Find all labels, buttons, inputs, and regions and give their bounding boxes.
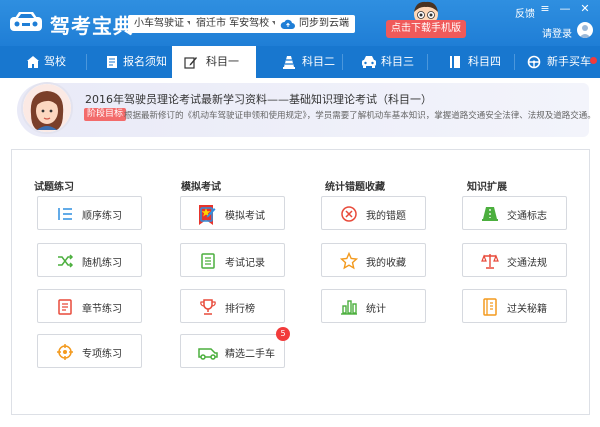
car-icon — [362, 56, 376, 68]
tile-label: 排行榜 — [225, 304, 255, 315]
tile-label: 章节练习 — [82, 304, 122, 315]
my-favorites-button[interactable]: 我的收藏 — [321, 243, 426, 277]
tile-label: 顺序练习 — [82, 211, 122, 222]
target-icon — [57, 344, 73, 360]
sequential-practice-button[interactable]: 顺序练习 — [37, 196, 142, 230]
tile-label: 过关秘籍 — [507, 304, 547, 315]
book-icon — [450, 56, 460, 68]
exam-edit-icon — [200, 207, 216, 222]
trophy-icon — [200, 299, 216, 315]
scales-icon — [481, 254, 499, 269]
exam-record-button[interactable]: 考试记录 — [180, 243, 285, 277]
sync-cloud-button[interactable]: 同步到云端 — [275, 15, 355, 33]
minimize-icon[interactable]: — — [558, 3, 572, 15]
tile-label: 随机练习 — [82, 258, 122, 269]
school-value: 宿迁市 军安驾校 — [196, 18, 270, 29]
download-mobile-button[interactable]: 点击下载手机版 — [386, 20, 466, 38]
main-nav: 驾校 报名须知 科目一 科目二 科目三 科目四 新手买车 — [0, 46, 600, 78]
main-panel: 试题练习 模拟考试 统计错题收藏 知识扩展 顺序练习 随机练习 章节练习 专项练… — [11, 149, 590, 415]
count-badge: 5 — [276, 327, 290, 341]
tile-label: 统计 — [366, 304, 386, 315]
chapter-practice-button[interactable]: 章节练习 — [37, 289, 142, 323]
notification-dot — [590, 57, 597, 64]
nav-tab-registration[interactable]: 报名须知 — [87, 46, 172, 78]
bar-chart-icon — [341, 300, 357, 315]
edit-icon — [184, 57, 197, 69]
random-practice-button[interactable]: 随机练习 — [37, 243, 142, 277]
nav-tab-buy-car[interactable]: 新手买车 — [515, 46, 600, 78]
my-wrong-answers-button[interactable]: 我的错题 — [321, 196, 426, 230]
section-title-stats: 统计错题收藏 — [325, 182, 385, 193]
title-bar: 驾考宝典 小车驾驶证 宿迁市 军安驾校 同步到云端 点击下载手机版 反馈 ≡ —… — [0, 0, 600, 46]
star-icon — [340, 252, 358, 270]
user-avatar-icon[interactable] — [577, 22, 593, 38]
cone-icon — [283, 56, 295, 69]
stage-goal-badge: 阶段目标 — [84, 108, 127, 121]
nav-tab-subject-three[interactable]: 科目三 — [343, 46, 427, 78]
login-link[interactable]: 请登录 — [542, 25, 572, 40]
shuffle-icon — [58, 254, 74, 268]
mock-exam-button[interactable]: 模拟考试 — [180, 196, 285, 230]
tile-label: 模拟考试 — [225, 211, 265, 222]
special-practice-button[interactable]: 专项练习 — [37, 334, 142, 368]
tile-label: 我的错题 — [366, 211, 406, 222]
vehicle-type-value: 小车驾驶证 — [134, 18, 184, 29]
steering-wheel-icon — [527, 55, 541, 69]
statistics-button[interactable]: 统计 — [321, 289, 426, 323]
tile-label: 交通标志 — [507, 211, 547, 222]
pass-secrets-button[interactable]: 过关秘籍 — [462, 289, 567, 323]
sync-label: 同步到云端 — [299, 18, 349, 29]
nav-label: 科目四 — [468, 55, 501, 68]
vehicle-type-select[interactable]: 小车驾驶证 — [128, 15, 199, 33]
list-icon — [58, 208, 72, 220]
nav-label: 驾校 — [44, 55, 66, 68]
nav-label: 科目二 — [302, 55, 335, 68]
section-title-mock-exam: 模拟考试 — [181, 182, 221, 193]
nav-label: 新手买车 — [547, 55, 591, 68]
close-icon[interactable]: ✕ — [578, 3, 592, 15]
nav-label: 报名须知 — [123, 55, 167, 68]
banner-title: 2016年驾驶员理论考试最新学习资料——基础知识理论考试（科目一） — [85, 93, 432, 106]
traffic-signs-button[interactable]: 交通标志 — [462, 196, 567, 230]
section-title-practice: 试题练习 — [34, 182, 74, 193]
secret-book-icon — [483, 298, 497, 316]
chapter-icon — [58, 299, 72, 315]
tile-label: 专项练习 — [82, 349, 122, 360]
leaderboard-button[interactable]: 排行榜 — [180, 289, 285, 323]
tile-label: 精选二手车 — [225, 349, 275, 360]
tile-label: 交通法规 — [507, 258, 547, 269]
road-sign-icon — [482, 207, 498, 221]
tile-label: 考试记录 — [225, 258, 265, 269]
app-title: 驾考宝典 — [50, 14, 134, 38]
notice-icon — [107, 56, 117, 68]
nav-tab-subject-four[interactable]: 科目四 — [428, 46, 514, 78]
tile-label: 我的收藏 — [366, 258, 406, 269]
section-title-knowledge: 知识扩展 — [467, 182, 507, 193]
school-icon — [27, 56, 39, 68]
record-icon — [201, 253, 215, 269]
used-car-icon — [198, 348, 218, 360]
nav-label: 科目三 — [381, 55, 414, 68]
used-car-button[interactable]: 精选二手车 5 — [180, 327, 290, 368]
wrong-icon — [341, 206, 357, 222]
car-logo-icon — [10, 12, 42, 31]
school-select[interactable]: 宿迁市 军安驾校 — [190, 15, 285, 33]
menu-icon[interactable]: ≡ — [538, 3, 552, 15]
cloud-upload-icon — [280, 19, 295, 29]
nav-tab-subject-one[interactable]: 科目一 — [172, 46, 256, 78]
instructor-avatar-icon — [21, 82, 73, 134]
banner-description: 根据最新修订的《机动车驾驶证申领和使用规定》，学员需要了解机动车基本知识，掌握道… — [124, 111, 596, 121]
nav-label: 科目一 — [206, 55, 239, 68]
feedback-link[interactable]: 反馈 — [515, 5, 535, 20]
nav-tab-subject-two[interactable]: 科目二 — [256, 46, 342, 78]
traffic-laws-button[interactable]: 交通法规 — [462, 243, 567, 277]
nav-tab-school[interactable]: 驾校 — [0, 46, 86, 78]
